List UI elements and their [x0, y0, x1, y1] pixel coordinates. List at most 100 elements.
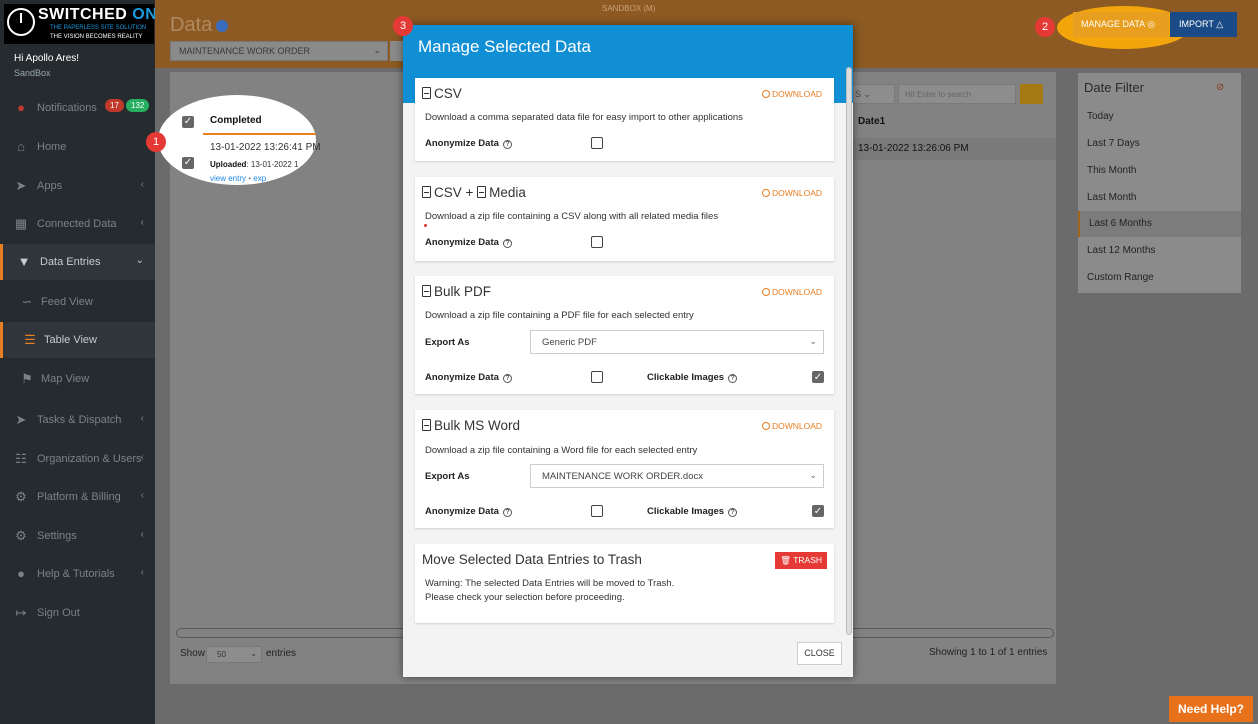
bulk-pdf-clickable-images-checkbox[interactable]: ✓	[812, 371, 824, 383]
date-filter-option[interactable]: Last Month	[1078, 185, 1241, 211]
bulk-pdf-card: Bulk PDF DOWNLOAD Download a zip file co…	[415, 276, 834, 394]
refresh-button[interactable]	[1020, 84, 1043, 104]
bulk-word-anonymize-checkbox[interactable]	[591, 505, 603, 517]
csv-file-icon	[422, 186, 431, 198]
row-checkbox[interactable]: ✓	[182, 157, 194, 169]
column-header-date1[interactable]: Date1	[858, 116, 885, 127]
close-button[interactable]: CLOSE	[797, 642, 842, 665]
trash-button[interactable]: 🗑 TRASH	[775, 552, 827, 569]
environment-label: SANDBOX (M)	[602, 4, 656, 13]
sidebar-item-tasks-dispatch[interactable]: ➤ Tasks & Dispatch ‹	[0, 402, 155, 438]
date-filter-option[interactable]: Today	[1078, 104, 1241, 130]
table-search-input[interactable]: Hit Enter to search	[898, 84, 1016, 104]
sidebar-item-data-entries[interactable]: ▼ Data Entries ⌄	[0, 244, 155, 280]
bulk-word-export-select[interactable]: MAINTENANCE WORK ORDER.docx ⌄	[530, 464, 824, 488]
csv-title: CSV	[422, 86, 462, 101]
date-filter-option[interactable]: Last 7 Days	[1078, 131, 1241, 157]
sidebar-item-platform-billing[interactable]: ⚙ Platform & Billing ‹	[0, 479, 155, 515]
sidebar-item-notifications[interactable]: ● Notifications 17 132	[0, 90, 155, 126]
csv-anonymize-checkbox[interactable]	[591, 137, 603, 149]
date-filter-option[interactable]: Last 12 Months	[1078, 238, 1241, 264]
help-icon[interactable]: ?	[728, 374, 738, 383]
export-as-label: Export As	[425, 471, 470, 482]
media-file-icon	[477, 186, 487, 198]
brand-tagline-2: THE VISION BECOMES REALITY	[50, 34, 143, 40]
modal-title: Manage Selected Data	[418, 37, 591, 56]
bulk-word-download-button[interactable]: DOWNLOAD	[761, 421, 822, 431]
workspace-name: SandBox	[14, 68, 51, 78]
inbox-icon: ▼	[17, 254, 31, 269]
eye-slash-icon[interactable]: ⊘	[1216, 82, 1224, 93]
bulk-word-card: Bulk MS Word DOWNLOAD Download a zip fil…	[415, 410, 834, 528]
sidebar-item-feed-view[interactable]: ∽ Feed View	[0, 284, 155, 320]
sidebar-item-apps[interactable]: ➤ Apps ‹	[0, 168, 155, 204]
bulk-word-title: Bulk MS Word	[422, 418, 520, 433]
chevron-down-icon: ⌄	[250, 649, 257, 658]
logo[interactable]: SWITCHED ON THE PAPERLESS SITE SOLUTION …	[4, 4, 158, 44]
import-button[interactable]: IMPORT △	[1170, 12, 1237, 37]
cursor-dot	[424, 224, 427, 227]
help-icon[interactable]: ?	[502, 508, 512, 517]
clickable-images-label: Clickable Images?	[647, 372, 738, 383]
csv-download-button[interactable]: DOWNLOAD	[761, 89, 822, 99]
word-file-icon	[422, 419, 431, 431]
chevron-left-icon: ‹	[140, 490, 144, 501]
bulk-pdf-download-button[interactable]: DOWNLOAD	[761, 287, 822, 297]
csv-media-download-button[interactable]: DOWNLOAD	[761, 188, 822, 198]
trash-card: Move Selected Data Entries to Trash 🗑 TR…	[415, 544, 834, 623]
help-icon[interactable]: ?	[502, 239, 512, 248]
sign-out-icon: ↦	[15, 605, 27, 620]
info-icon[interactable]	[216, 19, 229, 32]
notification-count-badge: 132	[126, 99, 150, 112]
bulk-pdf-anonymize-checkbox[interactable]	[591, 371, 603, 383]
anonymize-label: Anonymize Data?	[425, 138, 512, 149]
column-header-completed[interactable]: Completed	[210, 115, 262, 126]
select-all-checkbox[interactable]: ✓	[182, 116, 194, 128]
need-help-button[interactable]: Need Help?	[1169, 696, 1253, 722]
sidebar-item-table-view[interactable]: ☰ Table View	[0, 322, 155, 358]
sidebar-item-map-view[interactable]: ⚑ Map View	[0, 361, 155, 397]
sidebar-item-connected-data[interactable]: ▦ Connected Data ‹	[0, 206, 155, 242]
csv-media-card: CSV + Media DOWNLOAD Download a zip file…	[415, 177, 834, 261]
date-filter-option[interactable]: This Month	[1078, 158, 1241, 184]
help-icon[interactable]: ?	[728, 508, 738, 517]
power-icon	[7, 8, 35, 36]
modal-scrollbar[interactable]	[846, 67, 852, 635]
bulk-pdf-description: Download a zip file containing a PDF fil…	[425, 310, 694, 321]
pdf-file-icon	[422, 285, 431, 297]
csv-media-anonymize-checkbox[interactable]	[591, 236, 603, 248]
chevron-left-icon: ‹	[140, 179, 144, 190]
form-selector[interactable]: MAINTENANCE WORK ORDER ⌄	[170, 41, 388, 61]
brand-tagline: THE PAPERLESS SITE SOLUTION	[50, 25, 147, 31]
sidebar-item-organization-users[interactable]: ☷ Organization & Users ‹	[0, 441, 155, 477]
sidebar-item-sign-out[interactable]: ↦ Sign Out	[0, 595, 155, 631]
bulk-word-clickable-images-checkbox[interactable]: ✓	[812, 505, 824, 517]
csv-card: CSV DOWNLOAD Download a comma separated …	[415, 78, 834, 161]
sidebar-item-help-tutorials[interactable]: ● Help & Tutorials ‹	[0, 556, 155, 592]
bulk-pdf-export-select[interactable]: Generic PDF ⌄	[530, 330, 824, 354]
page-size-select[interactable]: 50 ⌄	[206, 646, 262, 663]
gear-icon: ⚙	[15, 528, 27, 543]
date-filter-option[interactable]: Custom Range	[1078, 265, 1241, 291]
download-icon	[761, 189, 770, 197]
sidebar-item-home[interactable]: ⌂ Home	[0, 129, 155, 165]
brand-name: SWITCHED ON	[38, 6, 158, 23]
bulk-word-description: Download a zip file containing a Word fi…	[425, 445, 698, 456]
step-marker-1: 1	[146, 132, 166, 152]
home-icon: ⌂	[17, 139, 25, 154]
row-links[interactable]: view entry • exp	[210, 174, 266, 183]
anonymize-label: Anonymize Data?	[425, 372, 512, 383]
column-sort-indicator	[203, 133, 316, 135]
list-icon: ☰	[24, 332, 36, 347]
date-filter-option-active[interactable]: Last 6 Months	[1078, 211, 1241, 237]
cogs-icon: ⚙	[15, 489, 27, 504]
column-selector[interactable]: S ⌄	[850, 84, 895, 104]
trash-warning: Warning: The selected Data Entries will …	[425, 578, 675, 589]
highlight-selection	[158, 95, 316, 185]
help-icon[interactable]: ?	[502, 374, 512, 383]
help-icon[interactable]: ?	[502, 140, 512, 149]
view-entry-link[interactable]: view entry	[210, 174, 246, 183]
export-link[interactable]: exp	[253, 174, 266, 183]
sidebar-item-settings[interactable]: ⚙ Settings ‹	[0, 518, 155, 554]
manage-data-button[interactable]: MANAGE DATA ◎	[1073, 12, 1169, 37]
